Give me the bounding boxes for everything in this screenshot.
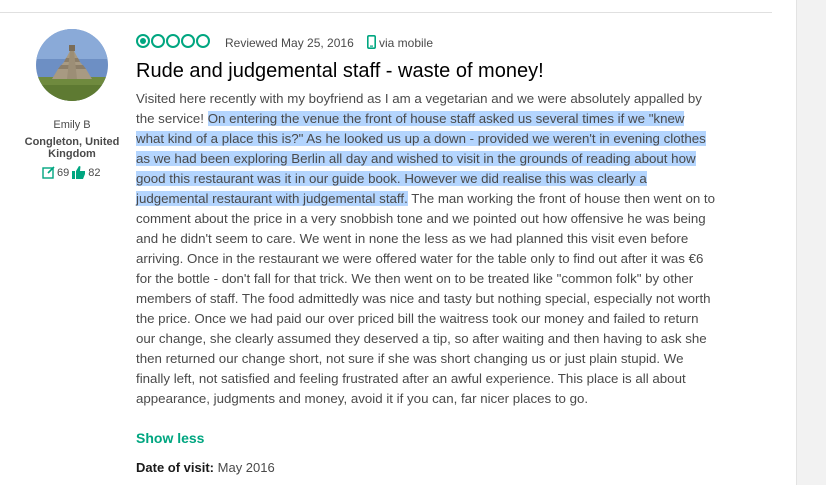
rating-bubble-empty [181, 34, 195, 48]
via-mobile-label: via mobile [379, 36, 434, 50]
date-of-visit-label: Date of visit: [136, 460, 215, 475]
date-of-visit: Date of visit: May 2016 [136, 460, 275, 475]
review-count-badge[interactable]: 69 [42, 166, 69, 179]
avatar[interactable] [36, 29, 108, 101]
side-panel [796, 0, 826, 485]
helpful-votes-count: 82 [88, 166, 101, 179]
rating-bubble-empty [151, 34, 165, 48]
rating-bubble-filled [136, 34, 150, 48]
reviewer-stats: 69 82 [42, 166, 104, 179]
rating-bubble-empty [196, 34, 210, 48]
review-date: Reviewed May 25, 2016 [225, 36, 354, 50]
bubble-rating [136, 34, 210, 48]
review-count: 69 [57, 166, 70, 179]
reviewer-name[interactable]: Emily B [20, 119, 124, 131]
mobile-phone-icon [367, 35, 377, 54]
thumbs-up-icon [72, 166, 86, 179]
divider [0, 12, 772, 13]
review-title[interactable]: Rude and judgemental staff - waste of mo… [136, 60, 544, 83]
date-of-visit-value: May 2016 [217, 460, 275, 475]
review-text-end: The man working the front of house then … [136, 191, 716, 406]
review-text: Visited here recently with my boyfriend … [136, 89, 716, 409]
reviewer-location: Congleton, United Kingdom [24, 136, 120, 160]
pencil-icon [42, 166, 55, 179]
rating-bubble-empty [166, 34, 180, 48]
avatar-image [36, 29, 108, 101]
helpful-votes-badge[interactable]: 82 [72, 166, 101, 179]
show-less-link[interactable]: Show less [136, 430, 204, 446]
